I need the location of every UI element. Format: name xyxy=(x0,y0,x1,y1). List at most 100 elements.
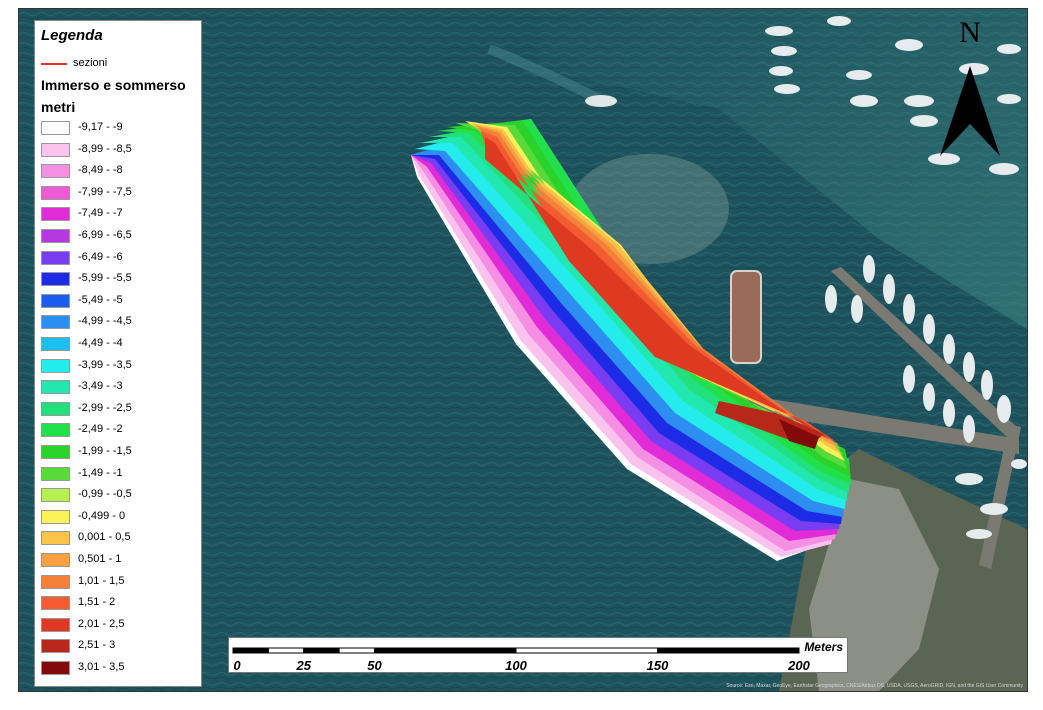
legend-swatch xyxy=(41,553,70,567)
legend-class-item: -8,99 - -8,5 xyxy=(41,142,201,160)
legend-class-label: -3,49 - -3 xyxy=(78,380,123,393)
legend-swatch xyxy=(41,401,70,416)
sections-label: sezioni xyxy=(73,57,108,69)
legend-swatch xyxy=(41,185,70,200)
north-arrow-icon xyxy=(940,66,1000,156)
legend-swatch xyxy=(41,315,70,330)
scale-tick-label: 150 xyxy=(646,658,669,673)
legend-class-label: -6,49 - -6 xyxy=(78,250,123,263)
legend-swatch xyxy=(41,466,70,481)
legend-swatch xyxy=(41,272,70,287)
legend-class-label: 2,51 - 3 xyxy=(78,639,116,652)
legend-class-item: -8,49 - -8 xyxy=(41,164,201,181)
legend-class-item: -3,49 - -3 xyxy=(41,380,201,397)
legend-class-label: -0,499 - 0 xyxy=(78,509,126,522)
layer-unit: metri xyxy=(41,99,76,115)
layer-name: Immerso e sommerso xyxy=(41,77,186,93)
sections-line-symbol xyxy=(41,63,67,65)
scale-bar-graphic xyxy=(232,647,800,654)
legend-class-label: -4,49 - -4 xyxy=(78,337,123,349)
legend-panel: Legenda sezioni Immerso e sommerso metri… xyxy=(34,20,202,687)
scale-segment xyxy=(338,647,375,654)
legend-class-label: 0,001 - 0,5 xyxy=(78,531,131,544)
legend-class-item: -6,49 - -6 xyxy=(41,250,201,268)
legend-class-label: -7,99 - -7,5 xyxy=(78,185,132,198)
scale-segment xyxy=(657,647,800,654)
legend-swatch xyxy=(41,574,70,589)
legend-swatch xyxy=(41,358,70,373)
legend-title: Legenda xyxy=(41,27,103,44)
legend-swatch xyxy=(41,445,70,459)
legend-class-label: -5,49 - -5 xyxy=(78,293,123,306)
legend-swatch xyxy=(41,423,70,438)
legend-swatch xyxy=(41,380,70,395)
legend-class-label: -6,99 - -6,5 xyxy=(78,229,132,241)
legend-class-item: 2,51 - 3 xyxy=(41,639,201,656)
legend-swatch xyxy=(41,207,70,222)
moving-boat xyxy=(585,95,617,107)
legend-class-item: -4,99 - -4,5 xyxy=(41,315,201,332)
legend-class-item: 3,01 - 3,5 xyxy=(41,661,201,678)
legend-class-label: -0,99 - -0,5 xyxy=(78,488,132,501)
legend-class-label: 3,01 - 3,5 xyxy=(78,661,125,673)
legend-class-item: -7,99 - -7,5 xyxy=(41,185,201,203)
legend-class-item: 0,501 - 1 xyxy=(41,553,201,570)
scale-segment xyxy=(374,647,517,654)
legend-swatch xyxy=(41,531,70,546)
legend-class-label: 1,51 - 2 xyxy=(78,596,116,609)
legend-class-label: -5,99 - -5,5 xyxy=(78,272,132,285)
legend-class-label: -2,49 - -2 xyxy=(78,423,123,436)
legend-class-label: -8,49 - -8 xyxy=(78,164,123,177)
legend-class-item: -3,99 - -3,5 xyxy=(41,358,201,376)
legend-class-label: 2,01 - 2,5 xyxy=(78,617,125,630)
legend-class-item: -5,49 - -5 xyxy=(41,293,201,311)
legend-swatch xyxy=(41,661,70,675)
scale-tick-label: 100 xyxy=(505,658,527,673)
scale-tick-label: 50 xyxy=(367,658,382,673)
legend-swatch xyxy=(41,293,70,308)
legend-swatch xyxy=(41,337,70,351)
legend-class-item: -2,99 - -2,5 xyxy=(41,401,201,419)
legend-class-item: 0,001 - 0,5 xyxy=(41,531,201,548)
legend-swatch xyxy=(41,250,70,265)
legend-class-label: -1,49 - -1 xyxy=(78,466,123,479)
legend-class-label: -8,99 - -8,5 xyxy=(78,142,132,155)
legend-class-item: 1,01 - 1,5 xyxy=(41,574,201,592)
scale-bar: Meters 0 25 50 100 150 200 xyxy=(228,637,848,673)
legend-class-item: -6,99 - -6,5 xyxy=(41,229,201,246)
legend-class-label: -4,99 - -4,5 xyxy=(78,315,132,328)
map-attribution: Source: Esri, Maxar, GeoEye, Earthstar G… xyxy=(726,683,1023,689)
scale-segment xyxy=(303,647,340,654)
legend-class-item: -2,49 - -2 xyxy=(41,423,201,440)
legend-class-item: -9,17 - -9 xyxy=(41,121,201,138)
legend-class-item: -7,49 - -7 xyxy=(41,207,201,224)
legend-class-label: 1,01 - 1,5 xyxy=(78,574,125,587)
legend-class-label: -7,49 - -7 xyxy=(78,207,123,220)
scale-tick-label: 25 xyxy=(296,658,311,673)
scale-tick-label: 0 xyxy=(233,658,241,673)
legend-swatch xyxy=(41,121,70,135)
legend-class-item: -0,499 - 0 xyxy=(41,509,201,527)
legend-class-label: 0,501 - 1 xyxy=(78,553,122,565)
legend-swatch xyxy=(41,142,70,157)
scale-segment xyxy=(232,647,269,654)
legend-class-item: -1,49 - -1 xyxy=(41,466,201,484)
scale-unit: Meters xyxy=(804,640,843,654)
scale-tick-label: 200 xyxy=(788,658,810,673)
legend-class-item: 1,51 - 2 xyxy=(41,596,201,613)
legend-class-label: -1,99 - -1,5 xyxy=(78,445,132,457)
legend-swatch xyxy=(41,596,70,611)
legend-swatch xyxy=(41,488,70,503)
legend-swatch xyxy=(41,509,70,524)
legend-class-label: -2,99 - -2,5 xyxy=(78,401,132,414)
scale-segment xyxy=(515,647,658,654)
docked-vessel xyxy=(730,270,762,364)
legend-class-label: -9,17 - -9 xyxy=(78,121,123,133)
legend-swatch xyxy=(41,229,70,243)
legend-class-label: -3,99 - -3,5 xyxy=(78,358,132,371)
legend-class-item: -4,49 - -4 xyxy=(41,337,201,354)
scale-segment xyxy=(267,647,305,654)
legend-swatch xyxy=(41,617,70,632)
legend-swatch xyxy=(41,164,70,179)
legend-class-item: -1,99 - -1,5 xyxy=(41,445,201,462)
